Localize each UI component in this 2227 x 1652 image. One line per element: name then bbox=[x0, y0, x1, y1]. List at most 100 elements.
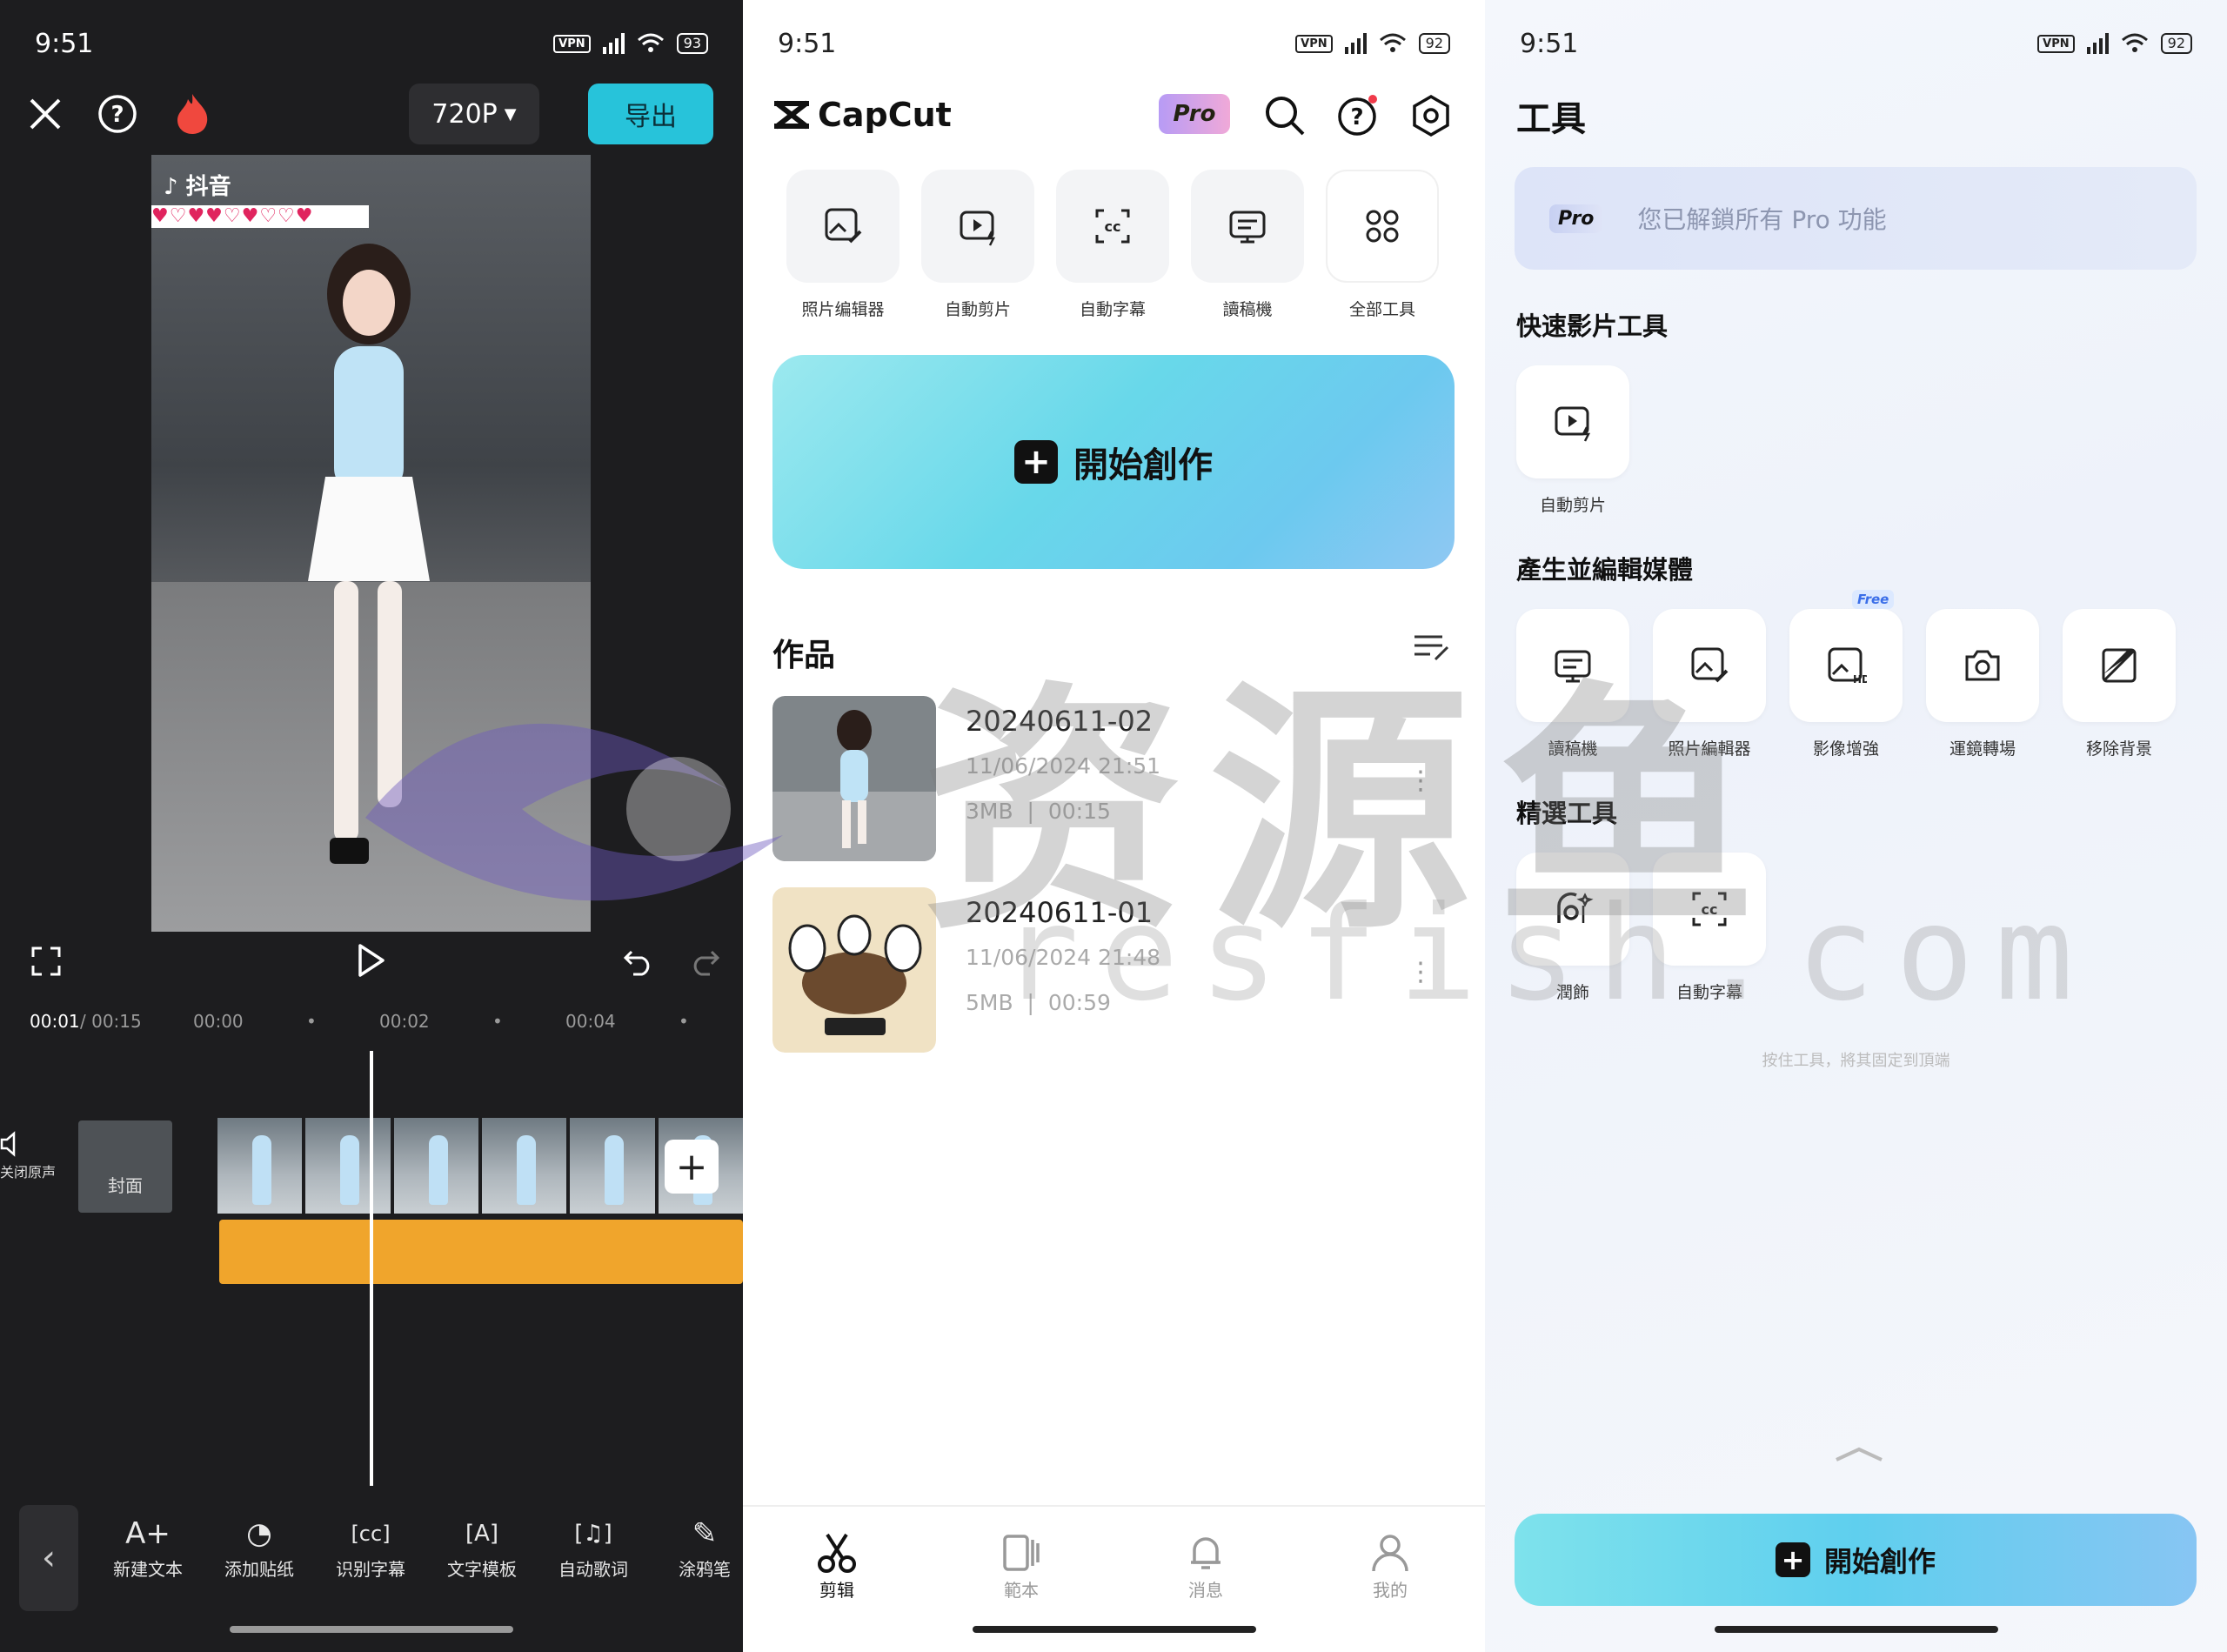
quick-tool-label: 照片编辑器 bbox=[801, 300, 885, 319]
nav-messages[interactable]: 消息 bbox=[1162, 1529, 1249, 1602]
pro-status-text: 您已解鎖所有 Pro 功能 bbox=[1637, 205, 1887, 234]
tool-captions[interactable]: [cc] 识别字幕 bbox=[327, 1512, 414, 1581]
flame-icon[interactable] bbox=[172, 92, 212, 136]
tool-new-text[interactable]: A+ 新建文本 bbox=[104, 1512, 191, 1581]
quick-tool-auto-cut[interactable]: 自動剪片 bbox=[921, 170, 1034, 320]
close-icon[interactable] bbox=[28, 97, 63, 131]
quick-tool-all-tools[interactable]: 全部工具 bbox=[1326, 170, 1439, 320]
vpn-icon: VPN bbox=[553, 34, 591, 53]
remove-bg-icon bbox=[2102, 648, 2137, 683]
nav-profile[interactable]: 我的 bbox=[1347, 1529, 1434, 1602]
playhead[interactable] bbox=[370, 1051, 373, 1486]
audio-track[interactable] bbox=[219, 1220, 743, 1284]
vpn-icon: VPN bbox=[1295, 34, 1333, 53]
enhance-icon: HD bbox=[1828, 647, 1867, 686]
section-title: 快速影片工具 bbox=[1516, 311, 1669, 341]
tool-label: 自动歌词 bbox=[558, 1559, 628, 1580]
help-icon[interactable]: ? bbox=[1336, 94, 1380, 137]
scissors-icon bbox=[818, 1533, 856, 1573]
quick-tool-photo-editor[interactable]: 照片编辑器 bbox=[786, 170, 899, 320]
quick-tool-teleprompter[interactable]: 讀稿機 bbox=[1191, 170, 1304, 320]
settings-icon[interactable] bbox=[1409, 94, 1453, 137]
home-indicator bbox=[973, 1626, 1256, 1633]
start-create-label: 開始創作 bbox=[1073, 445, 1213, 485]
watermark-url: resfish.com bbox=[1000, 879, 2095, 1030]
sticker-icon: ◔ bbox=[246, 1516, 272, 1551]
tool-remove-background[interactable]: 移除背景 bbox=[2063, 609, 2176, 759]
svg-text:HD: HD bbox=[1853, 673, 1867, 686]
auto-cut-icon bbox=[1555, 406, 1591, 442]
status-bar: 9:51 VPN 92 bbox=[778, 26, 1450, 61]
tool-sticker[interactable]: ◔ 添加贴纸 bbox=[216, 1512, 303, 1581]
teleprompter-icon bbox=[1229, 211, 1266, 244]
tool-label: 识别字幕 bbox=[336, 1559, 405, 1580]
start-create-banner[interactable]: + 開始創作 bbox=[772, 355, 1455, 569]
bottom-nav: 剪辑 範本 消息 我的 bbox=[743, 1505, 1485, 1601]
plus-icon: + bbox=[1014, 440, 1058, 484]
clip-frame bbox=[305, 1118, 391, 1214]
tool-enhance[interactable]: Free HD 影像增強 bbox=[1789, 590, 1903, 759]
section-title: 產生並編輯媒體 bbox=[1516, 555, 1694, 585]
nav-label: 我的 bbox=[1373, 1580, 1408, 1601]
resolution-dropdown[interactable]: 720P ▼ bbox=[409, 84, 539, 144]
quick-video-tools: 自動剪片 bbox=[1516, 365, 1629, 516]
template-icon bbox=[1003, 1535, 1040, 1571]
tool-camera-transition[interactable]: 運鏡轉場 bbox=[1926, 609, 2039, 759]
clip-frame bbox=[570, 1118, 655, 1214]
tool-auto-cut[interactable]: 自動剪片 bbox=[1516, 365, 1629, 516]
tool-label: 移除背景 bbox=[2085, 739, 2152, 759]
pen-icon: ✎ bbox=[692, 1516, 718, 1551]
nav-label: 剪辑 bbox=[819, 1580, 854, 1601]
captions-icon: [cc] bbox=[351, 1522, 391, 1546]
mute-label: 关闭原声 bbox=[0, 1164, 57, 1180]
tool-label: 文字模板 bbox=[447, 1559, 517, 1580]
tool-label: 影像增強 bbox=[1812, 739, 1879, 759]
clock: 9:51 bbox=[1520, 28, 1579, 59]
tool-auto-lyrics[interactable]: [♫] 自动歌词 bbox=[550, 1512, 637, 1581]
camera-icon bbox=[1965, 650, 2000, 681]
mute-original-audio[interactable]: 关闭原声 bbox=[0, 1131, 70, 1181]
quick-tool-label: 讀稿機 bbox=[1222, 300, 1273, 319]
quick-tool-auto-captions[interactable]: cc 自動字幕 bbox=[1056, 170, 1169, 320]
time-current: 00:01 bbox=[30, 1011, 80, 1032]
template-icon: [A] bbox=[465, 1521, 499, 1547]
nav-edit[interactable]: 剪辑 bbox=[793, 1529, 880, 1602]
captions-icon: cc bbox=[1095, 209, 1130, 244]
add-clip-button[interactable]: + bbox=[665, 1140, 719, 1194]
nav-templates[interactable]: 範本 bbox=[978, 1529, 1065, 1602]
cover-button[interactable]: 封面 bbox=[78, 1120, 172, 1213]
wifi-icon bbox=[1379, 33, 1406, 52]
pro-status-card[interactable]: Pro 您已解鎖所有 Pro 功能 bbox=[1515, 167, 2197, 270]
watermark-app-label: ♪ 抖音 bbox=[164, 174, 231, 200]
tool-text-template[interactable]: [A] 文字模板 bbox=[438, 1512, 525, 1581]
time-total: / 00:15 bbox=[80, 1011, 142, 1032]
start-create-label: 開始創作 bbox=[1823, 1545, 1936, 1578]
pro-badge[interactable]: Pro bbox=[1159, 94, 1230, 134]
photo-edit-icon bbox=[825, 208, 862, 244]
export-button[interactable]: 导出 bbox=[588, 84, 713, 144]
app-watermark-text: 抖音 bbox=[185, 174, 231, 200]
fullscreen-icon[interactable] bbox=[31, 946, 61, 976]
clip-frame bbox=[393, 1118, 478, 1214]
quick-tool-label: 全部工具 bbox=[1348, 300, 1415, 319]
quick-tools: 照片编辑器 自動剪片 cc 自動字幕 讀稿機 全部工具 bbox=[786, 170, 1439, 320]
toolbar-back-button[interactable]: ‹ bbox=[19, 1505, 78, 1611]
chevron-up-icon[interactable] bbox=[1833, 1446, 1885, 1463]
svg-text:?: ? bbox=[1350, 104, 1363, 130]
clip-frame bbox=[217, 1118, 303, 1214]
quick-tool-label: 自動字幕 bbox=[1079, 300, 1146, 319]
tool-label: 自動剪片 bbox=[1539, 496, 1606, 515]
search-icon[interactable] bbox=[1263, 94, 1307, 137]
app-name: CapCut bbox=[818, 96, 952, 134]
ruler-mark: 00:02 bbox=[379, 1011, 430, 1032]
status-bar: 9:51 VPN 93 bbox=[35, 26, 708, 61]
clock: 9:51 bbox=[778, 28, 837, 59]
help-icon[interactable]: ? bbox=[97, 94, 137, 134]
tool-label: 添加贴纸 bbox=[224, 1559, 294, 1580]
svg-text:?: ? bbox=[110, 102, 124, 128]
cover-label: 封面 bbox=[108, 1175, 143, 1196]
lyrics-icon: [♫] bbox=[574, 1521, 612, 1547]
battery-icon: 92 bbox=[1418, 33, 1450, 54]
tool-brush[interactable]: ✎ 涂鸦笔 bbox=[661, 1512, 743, 1581]
start-create-button[interactable]: + 開始創作 bbox=[1515, 1514, 2197, 1606]
